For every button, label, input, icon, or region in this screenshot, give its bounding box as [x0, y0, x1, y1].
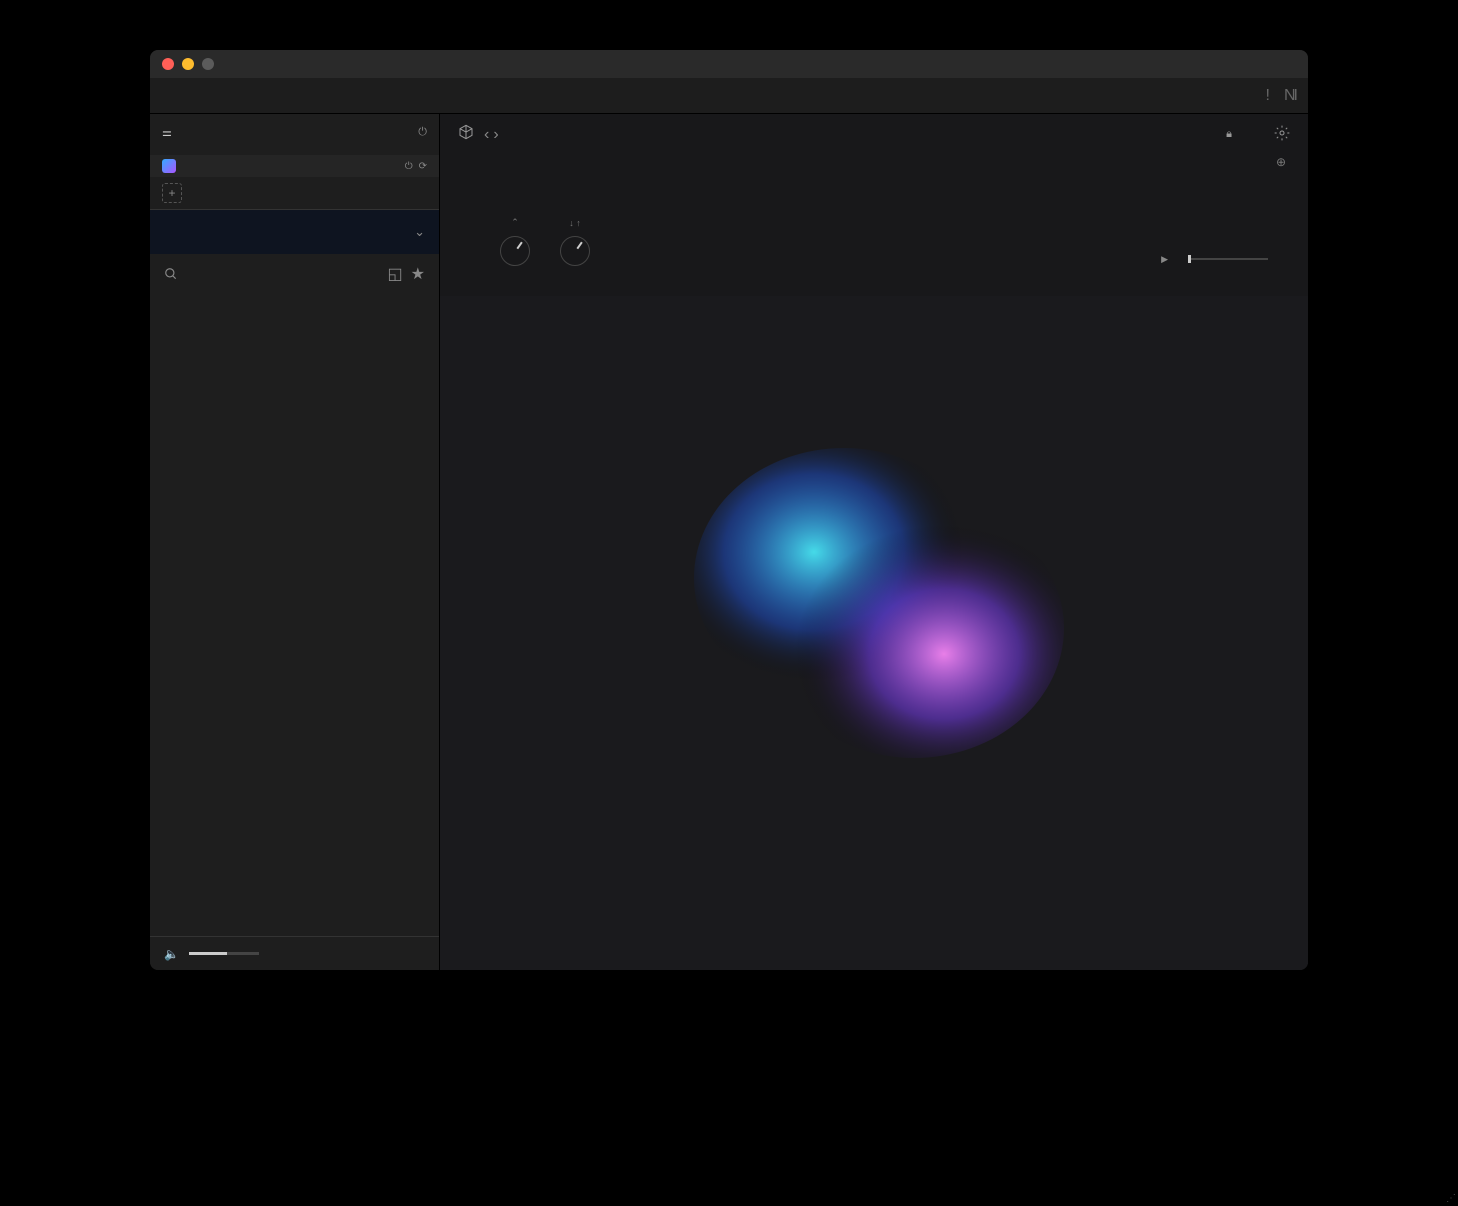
strum-arrows-icon: ↓ ↑ — [569, 218, 581, 228]
tool-power-button[interactable]: ⏻ — [418, 126, 427, 139]
chord-controls: ⌃ ↓ ↑ ▶ — [440, 197, 1308, 296]
window-controls — [162, 58, 214, 70]
user-filter-icon[interactable]: ◱ — [388, 264, 403, 284]
play-icon[interactable]: ▶ — [1161, 254, 1168, 265]
volume-knob-block — [1242, 892, 1286, 944]
favorites-filter-icon[interactable]: ★ — [411, 264, 425, 284]
search-input[interactable] — [186, 267, 380, 281]
chord-ring-row — [440, 169, 1308, 197]
strum-knob[interactable] — [560, 236, 590, 266]
next-preset-button[interactable]: › — [493, 126, 498, 144]
close-window-button[interactable] — [162, 58, 174, 70]
titlebar — [150, 50, 1308, 78]
up-arrow-icon: ⌃ — [511, 217, 519, 228]
chords-header: ‹ › 🔒︎ — [440, 114, 1308, 155]
search-icon — [164, 267, 178, 281]
instrument-controls — [462, 882, 1286, 952]
add-instrument-button[interactable]: + — [162, 183, 182, 203]
app-window: ! NI ⚌ ⏻ ⏻ ⟳ — [150, 50, 1308, 970]
alert-icon[interactable]: ! — [1266, 87, 1270, 105]
humanize-control[interactable]: ⌃ — [500, 217, 530, 272]
instrument-slot[interactable]: ⏻ ⟳ — [150, 155, 439, 177]
volume-knob[interactable] — [1242, 892, 1286, 936]
ni-logo-icon[interactable]: NI — [1284, 87, 1296, 105]
target-icon[interactable]: ⊕ — [1276, 155, 1286, 169]
cube-icon[interactable] — [458, 124, 474, 145]
volume-icon: 🔈 — [164, 947, 179, 961]
tool-row[interactable]: ⚌ ⏻ — [150, 122, 439, 143]
instrument-panel — [440, 296, 1308, 970]
instruments-section-label — [150, 147, 439, 155]
maximize-window-button[interactable] — [202, 58, 214, 70]
position-slider[interactable] — [1188, 258, 1268, 260]
gear-icon[interactable] — [1274, 125, 1290, 144]
humanize-knob[interactable] — [500, 236, 530, 266]
sidebar-footer: 🔈 — [150, 936, 439, 970]
main-panel: ‹ › 🔒︎ ⊕ — [440, 114, 1308, 970]
instr-reload-button[interactable]: ⟳ — [419, 161, 427, 172]
sidebar: ⚌ ⏻ ⏻ ⟳ + ⌄ — [150, 114, 440, 970]
minimize-window-button[interactable] — [182, 58, 194, 70]
tool-section-label — [150, 114, 439, 122]
lock-icon[interactable]: 🔒︎ — [1226, 128, 1232, 141]
instr-power-button[interactable]: ⏻ — [405, 161, 413, 172]
preset-list — [150, 294, 439, 936]
instrument-thumb-icon — [162, 159, 176, 173]
prev-preset-button[interactable]: ‹ — [484, 126, 489, 144]
sliders-icon: ⚌ — [162, 126, 172, 139]
top-nav: ! NI — [150, 78, 1308, 114]
strum-control[interactable]: ↓ ↑ — [560, 218, 590, 272]
library-header[interactable]: ⌄ — [150, 210, 439, 254]
search-row: ◱ ★ — [150, 254, 439, 294]
chevron-down-icon: ⌄ — [414, 224, 425, 240]
preview-volume-slider[interactable] — [189, 952, 259, 955]
visualizer — [462, 314, 1286, 882]
